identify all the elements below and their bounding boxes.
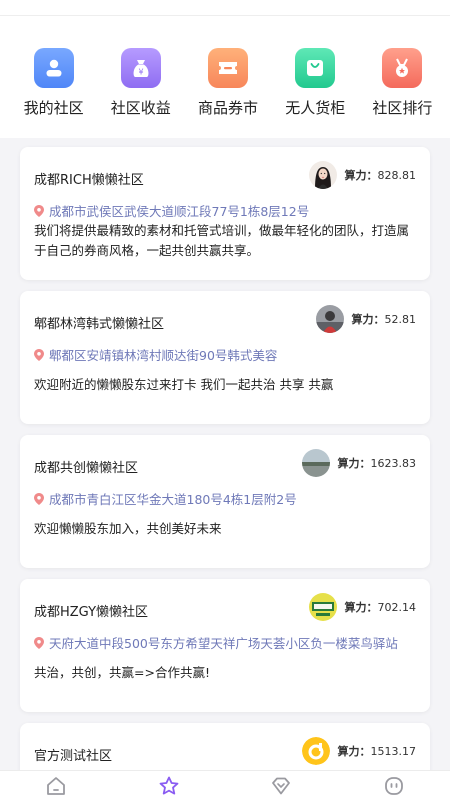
tab-profile[interactable] (364, 775, 424, 797)
community-name: 成都HZGY懒懒社区 (34, 605, 149, 620)
community-description: 欢迎懒懒股东加入，共创美好未来 (34, 521, 222, 536)
community-description: 欢迎附近的懒懒股东过来打卡 我们一起共治 共享 共赢 (34, 377, 334, 392)
community-name: 官方测试社区 (34, 749, 113, 764)
community-name: 成都RICH懒懒社区 (34, 173, 144, 188)
community-card[interactable]: 官方测试社区 算力：1513.17 (20, 723, 430, 770)
woman-portrait-avatar (308, 161, 337, 189)
power-label: 算力： (344, 169, 378, 182)
community-card[interactable]: 郫都林湾韩式懒懒社区 算力：52.81 郫都区安靖镇林湾村顺达街90号韩式美容 (20, 291, 430, 424)
power-value: 1513.17 (370, 745, 417, 758)
power-info: 算力：828.81 (308, 161, 417, 189)
power-label: 算力： (337, 745, 371, 758)
diamond-icon (272, 777, 291, 794)
power-info: 算力：1513.17 (301, 737, 417, 765)
power-info: 算力：1623.83 (301, 449, 417, 477)
medal-icon (382, 48, 423, 88)
power-value: 702.14 (377, 601, 417, 614)
bottom-tab-bar (0, 770, 450, 800)
user-icon (33, 48, 74, 88)
community-name: 郫都林湾韩式懒懒社区 (34, 317, 165, 332)
address-text: 郫都区安靖镇林湾村顺达街90号韩式美容 (49, 348, 278, 363)
tab-community[interactable] (139, 775, 199, 797)
power-label: 算力： (344, 601, 378, 614)
nav-label: 我的社区 (23, 99, 84, 117)
community-address: 郫都区安靖镇林湾村顺达街90号韩式美容 (34, 345, 277, 364)
nav-my-community[interactable]: 我的社区 (10, 16, 97, 138)
tab-diamond[interactable] (251, 775, 311, 797)
community-name: 成都共创懒懒社区 (34, 461, 139, 476)
smiley-icon (384, 776, 403, 795)
yellow-logo-avatar (301, 737, 330, 765)
nav-coupon-market[interactable]: 商品券市 (184, 16, 271, 138)
nav-vending-cabinet[interactable]: 无人货柜 (272, 16, 359, 138)
power-value: 1623.83 (370, 457, 417, 470)
community-description: 我们将提供最精致的素材和托管式培训，做最年轻化的团队，打造属于自己的券商风格，一… (34, 223, 410, 258)
tab-home[interactable] (26, 775, 86, 797)
power-value: 52.81 (384, 313, 417, 326)
shopping-bag-icon (295, 48, 336, 88)
location-pin-icon (34, 348, 44, 361)
star-icon (159, 776, 179, 794)
quick-nav: 我的社区 ¥ 社区收益 商品券市 无人货柜 社区排行 (0, 16, 450, 138)
community-card[interactable]: 成都共创懒懒社区 算力：1623.83 成都市青白江区华金大道180号4栋1层附… (20, 435, 430, 568)
power-label: 算力： (337, 457, 371, 470)
community-card[interactable]: 成都HZGY懒懒社区 算力：702.14 天府大道中段500号东方希望天祥广场天… (20, 579, 430, 712)
location-pin-icon (34, 636, 44, 649)
community-list: 成都RICH懒懒社区 算力：828.81 成都市武侯区武侯大道顺江段77号1栋8… (0, 138, 450, 770)
power-info: 算力：52.81 (315, 305, 417, 333)
community-description: 共治，共创，共赢=>合作共赢! (34, 665, 210, 680)
money-bag-icon: ¥ (120, 48, 161, 88)
power-info: 算力：702.14 (308, 593, 417, 621)
address-text: 天府大道中段500号东方希望天祥广场天荟小区负一楼菜鸟驿站 (49, 636, 398, 651)
power-value: 828.81 (377, 169, 417, 182)
nav-label: 社区收益 (110, 99, 171, 117)
logo-avatar (308, 593, 337, 621)
location-pin-icon (34, 204, 44, 217)
community-card[interactable]: 成都RICH懒懒社区 算力：828.81 成都市武侯区武侯大道顺江段77号1栋8… (20, 147, 430, 280)
coupon-icon (208, 48, 248, 88)
status-bar (0, 0, 450, 16)
nav-community-income[interactable]: ¥ 社区收益 (97, 16, 184, 138)
community-address: 成都市青白江区华金大道180号4栋1层附2号 (34, 489, 297, 508)
nav-community-ranking[interactable]: 社区排行 (359, 16, 446, 138)
svg-text:¥: ¥ (138, 68, 143, 77)
nav-label: 无人货柜 (285, 99, 346, 117)
power-label: 算力： (351, 313, 385, 326)
community-address: 天府大道中段500号东方希望天祥广场天荟小区负一楼菜鸟驿站 (34, 633, 398, 652)
home-icon (47, 776, 66, 795)
nav-label: 商品券市 (198, 99, 259, 117)
landscape-avatar (301, 449, 330, 477)
address-text: 成都市青白江区华金大道180号4栋1层附2号 (49, 492, 297, 507)
location-pin-icon (34, 492, 44, 505)
person-avatar (315, 305, 344, 333)
community-address: 成都市武侯区武侯大道顺江段77号1栋8层12号 (34, 201, 309, 220)
nav-label: 社区排行 (372, 99, 433, 117)
address-text: 成都市武侯区武侯大道顺江段77号1栋8层12号 (49, 204, 310, 219)
